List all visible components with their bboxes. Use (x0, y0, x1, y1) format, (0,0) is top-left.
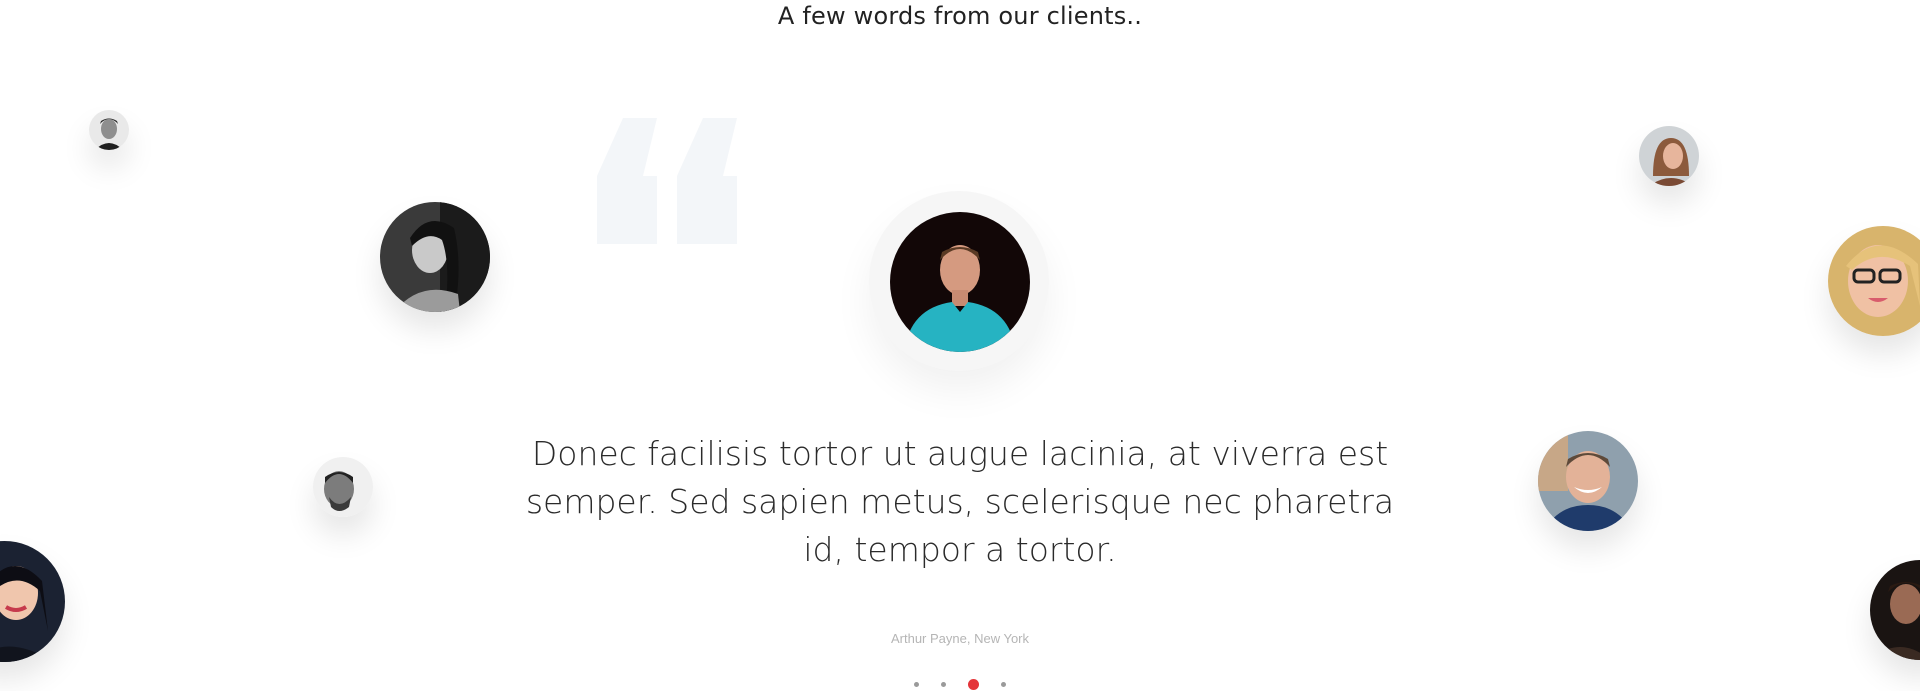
client-avatar-right-edge[interactable] (1828, 226, 1920, 336)
client-avatar-left-upper[interactable] (380, 202, 490, 312)
carousel-dot-4[interactable] (1001, 682, 1006, 687)
client-avatar-top-left[interactable] (89, 110, 129, 150)
client-avatar-right-lower[interactable] (1538, 431, 1638, 531)
carousel-pagination (0, 679, 1920, 690)
testimonial-quote: Donec facilisis tortor ut augue lacinia,… (525, 434, 1395, 569)
client-avatar-center-featured[interactable] (890, 212, 1030, 352)
carousel-dot-2[interactable] (941, 682, 946, 687)
client-avatar-left-lower[interactable] (313, 457, 373, 517)
client-avatar-top-right[interactable] (1639, 126, 1699, 186)
section-heading: A few words from our clients.. (777, 2, 1143, 30)
quote-mark-icon (597, 118, 737, 244)
testimonials-section: A few words from our clients.. Donec fac… (0, 0, 1920, 691)
testimonial-author: Arthur Payne, New York (890, 631, 1030, 646)
carousel-dot-1[interactable] (914, 682, 919, 687)
carousel-dot-3-active[interactable] (968, 679, 979, 690)
